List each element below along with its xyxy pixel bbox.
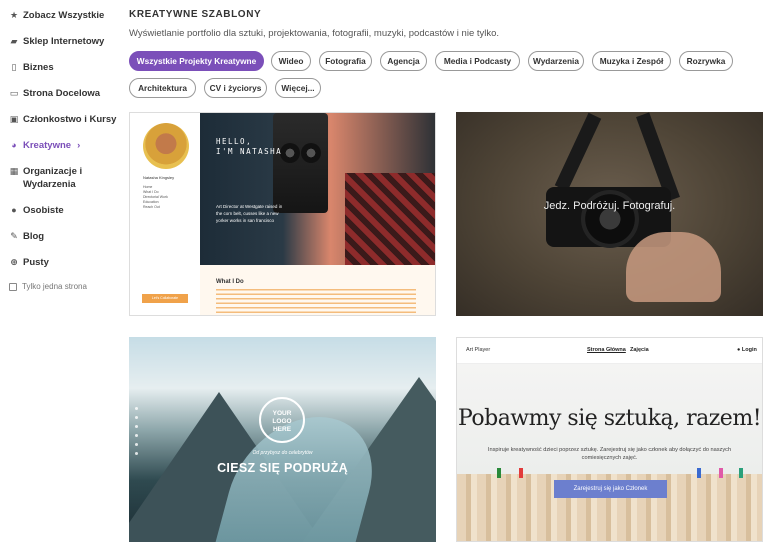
slider-dot [135, 443, 138, 446]
single-page-filter[interactable]: Tylko jedna strona [0, 282, 118, 291]
filter-agency[interactable]: Agencja [380, 51, 427, 71]
template-menu-home: Strona Główna [587, 347, 626, 353]
chevron-right-icon: › [77, 140, 81, 151]
sidebar-item-label: Organizacje i Wydarzenia [23, 166, 83, 190]
sidebar-item-membership[interactable]: ▣ Członkostwo i Kursy [0, 113, 118, 126]
template-body-text [216, 289, 416, 313]
pen-icon: ✎ [10, 231, 18, 241]
person-icon: ● [737, 347, 741, 353]
template-cta: Let's Collaborate [142, 294, 188, 303]
filter-architecture[interactable]: Architektura [129, 78, 196, 98]
pencil-tip-graphic [719, 468, 723, 478]
camera-lens-graphic [301, 143, 321, 163]
template-card-photography[interactable]: Jedz. Podróżuj. Fotografuj. [456, 112, 763, 316]
template-hero-heading: HELLO, I'M NATASHA [216, 137, 283, 156]
palette-icon: ◕ [11, 140, 17, 150]
camera-graphic [273, 113, 328, 213]
template-hero-text: Art Director at Westgate raised in the c… [216, 204, 283, 223]
sidebar-item-label: Blog [23, 231, 45, 242]
sidebar-item-label: Strona Docelowa [23, 88, 101, 99]
filter-all-creative[interactable]: Wszystkie Projekty Kreatywne [129, 51, 264, 71]
avatar [143, 123, 189, 169]
id-card-icon: ▣ [9, 114, 19, 124]
sidebar-item-blog[interactable]: ✎ Blog [0, 230, 118, 243]
logo-placeholder: YOUR LOGO HERE [259, 397, 305, 443]
template-menu-classes: Zajęcia [630, 347, 649, 353]
page-subtitle: Wyświetlanie portfolio dla sztuki, proje… [129, 28, 500, 39]
cart-icon: ▰ [10, 36, 18, 46]
template-card-natasha[interactable]: Natasha Kingsley Home What I Do Director… [129, 112, 436, 316]
sidebar-item-label: Zobacz Wszystkie [23, 10, 105, 21]
single-page-label: Tylko jedna strona [22, 282, 87, 291]
slider-dots [135, 407, 138, 461]
sidebar-item-label: Kreatywne [23, 140, 72, 151]
sidebar-item-label: Członkostwo i Kursy [23, 114, 117, 125]
template-name: Natasha Kingsley [143, 175, 175, 180]
single-page-checkbox[interactable] [9, 282, 17, 291]
template-overlay-text: Jedz. Podróżuj. Fotografuj. [543, 200, 676, 212]
sidebar-item-organizations[interactable]: ▦ Organizacje i Wydarzenia [0, 165, 118, 191]
sidebar-item-label: Biznes [23, 62, 54, 73]
camera-lens-graphic [581, 190, 639, 248]
camera-lens-graphic [280, 143, 300, 163]
filter-entertainment[interactable]: Rozrywka [679, 51, 733, 71]
star-icon: ★ [9, 10, 19, 20]
filter-more[interactable]: Więcej... [275, 78, 321, 98]
template-card-travel[interactable]: YOUR LOGO HERE Od przybysz do celebrytów… [129, 337, 436, 542]
template-card-art-player[interactable]: Art Player Strona Główna Zajęcia ● Login… [456, 337, 763, 542]
plaid-shirt-graphic [345, 173, 435, 265]
template-headline: CIESZ SIĘ PODRUŻĄ [217, 461, 348, 475]
person-icon: ● [11, 205, 17, 215]
template-login: ● Login [737, 347, 757, 353]
sidebar-item-business[interactable]: ▯ Biznes [0, 61, 118, 74]
page-title: KREATYWNE SZABLONY [129, 9, 262, 20]
template-section-title: What I Do [216, 279, 244, 285]
pencil-tip-graphic [697, 468, 701, 478]
template-tagline: Od przybysz do celebrytów [252, 450, 313, 456]
template-brand: Art Player [466, 347, 491, 353]
natasha-sidebar: Natasha Kingsley Home What I Do Director… [130, 113, 200, 315]
template-login-label: Login [741, 347, 757, 353]
sidebar-item-online-store[interactable]: ▰ Sklep Internetowy [0, 35, 118, 48]
template-category-sidebar: ★ Zobacz Wszystkie ▰ Sklep Internetowy ▯ Bi… [0, 0, 118, 549]
filter-events[interactable]: Wydarzenia [528, 51, 584, 71]
filter-music-band[interactable]: Muzyka i Zespół [592, 51, 671, 71]
template-nav: Home What I Do Directorial Work Educatio… [143, 185, 168, 209]
filter-media-podcasts[interactable]: Media i Podcasty [435, 51, 520, 71]
sidebar-item-all[interactable]: ★ Zobacz Wszystkie [0, 9, 118, 22]
sidebar-item-blank[interactable]: ⊕ Pusty [0, 256, 118, 269]
sidebar-item-label: Sklep Internetowy [23, 36, 105, 47]
pencil-tip-graphic [739, 468, 743, 478]
template-topbar: Art Player Strona Główna Zajęcia ● Login [457, 338, 762, 364]
sidebar-item-creative[interactable]: ◕ Kreatywne › [0, 139, 118, 152]
slider-dot [135, 452, 138, 455]
sidebar-item-landing-page[interactable]: ▭ Strona Docelowa [0, 87, 118, 100]
page-icon: ▭ [9, 88, 19, 98]
clipboard-icon: ▯ [11, 62, 17, 72]
sidebar-item-label: Osobiste [23, 205, 64, 216]
sidebar-item-personal[interactable]: ● Osobiste [0, 204, 118, 217]
pencil-tip-graphic [519, 468, 523, 478]
template-headline: Pobawmy się sztuką, razem! [457, 406, 762, 431]
template-signup-button: Zarejestruj się jako Członek [554, 480, 667, 498]
filter-cv-resume[interactable]: CV i życiorys [204, 78, 267, 98]
slider-dot [135, 416, 138, 419]
filter-video[interactable]: Wideo [271, 51, 311, 71]
template-lower-section: What I Do [200, 265, 435, 315]
pencil-tip-graphic [497, 468, 501, 478]
template-description: Inspiruje kreatywność dzieci poprzez szt… [487, 447, 732, 461]
slider-dot [135, 407, 138, 410]
calendar-icon: ▦ [9, 166, 19, 176]
slider-dot [135, 425, 138, 428]
slider-dot [135, 434, 138, 437]
plus-circle-icon: ⊕ [10, 257, 18, 267]
hand-graphic [626, 232, 721, 302]
filter-photography[interactable]: Fotografia [319, 51, 372, 71]
sidebar-item-label: Pusty [23, 257, 49, 268]
